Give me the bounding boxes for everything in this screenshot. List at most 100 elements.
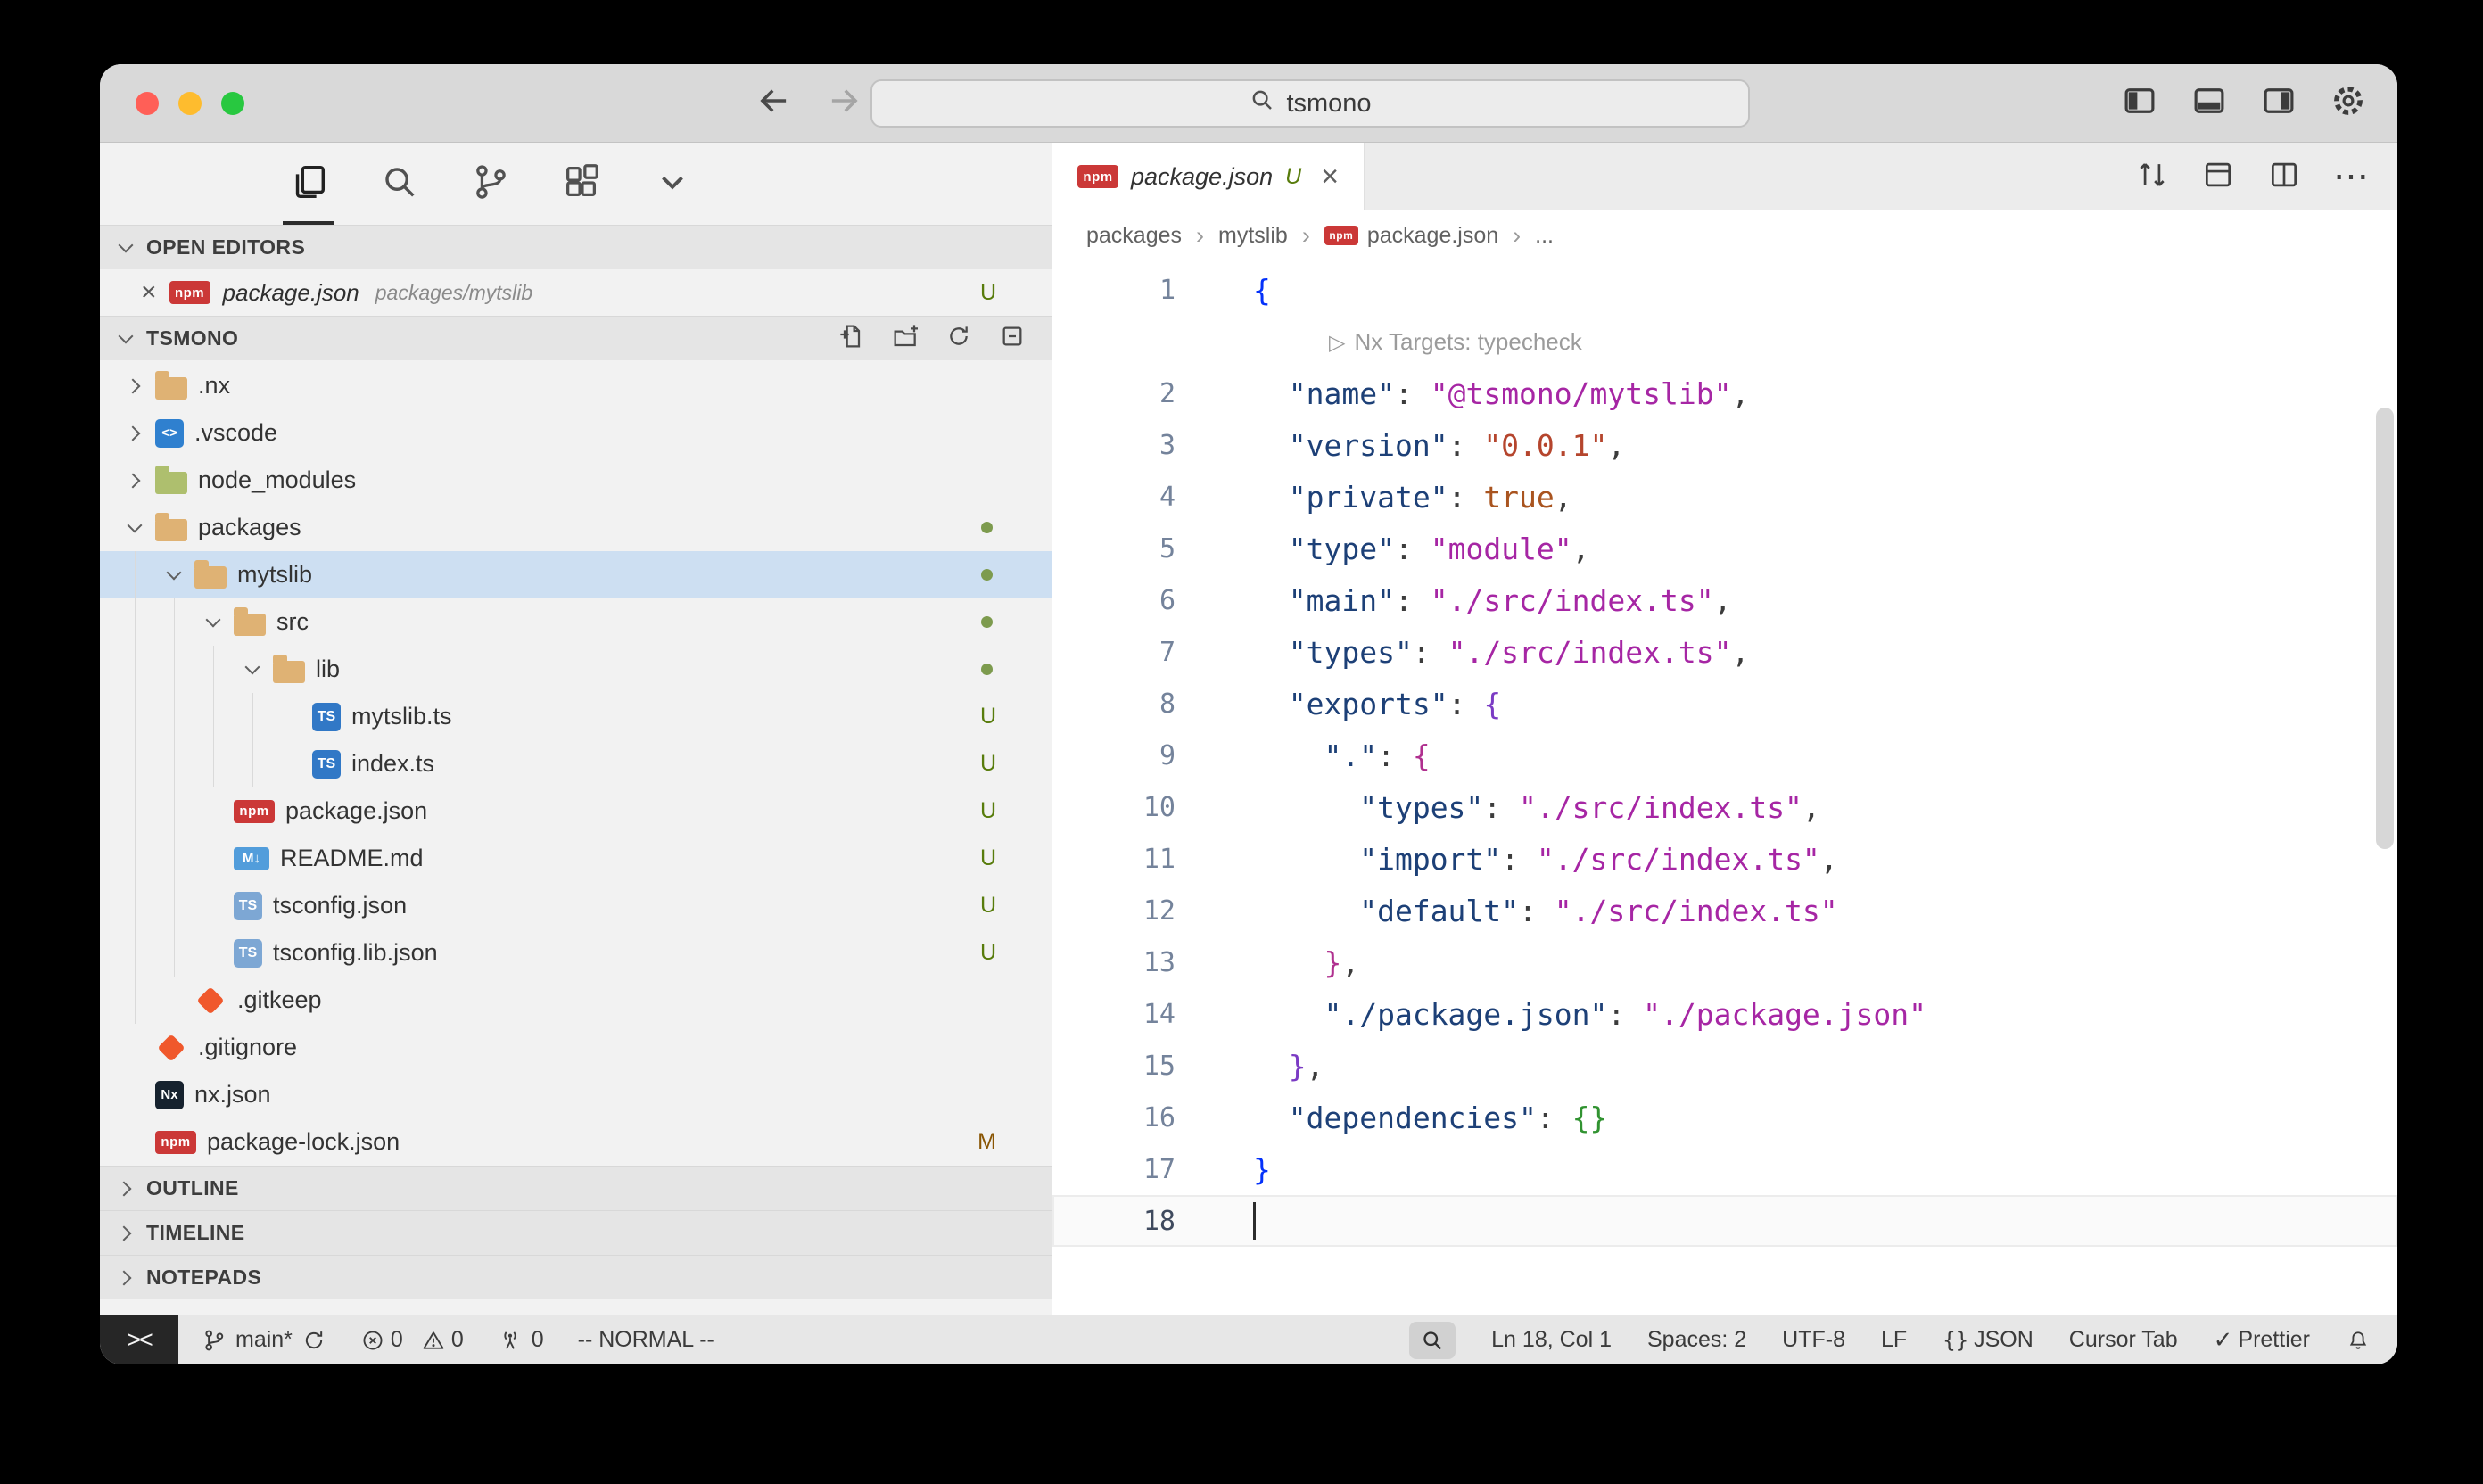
close-editor-icon[interactable]: ×	[141, 279, 157, 306]
zoom-indicator[interactable]	[1409, 1322, 1456, 1359]
tree-item-nx.json[interactable]: Nxnx.json	[100, 1071, 1052, 1118]
code-line-10[interactable]: 10 "types": "./src/index.ts",	[1052, 781, 2397, 833]
collapse-folders-icon[interactable]	[998, 322, 1027, 356]
command-center-search[interactable]: tsmono	[870, 79, 1750, 128]
refresh-explorer-icon[interactable]	[945, 322, 973, 356]
tree-item-package-lock.json[interactable]: npmpackage-lock.jsonM	[100, 1118, 1052, 1166]
toggle-right-sidebar-icon[interactable]	[2260, 82, 2297, 124]
chevron-right-icon[interactable]	[125, 376, 144, 396]
compare-changes-icon[interactable]	[2135, 158, 2169, 196]
fullscreen-window-button[interactable]	[221, 92, 244, 115]
code-line-3[interactable]: 3 "version": "0.0.1",	[1052, 419, 2397, 471]
chevron-right-icon[interactable]	[125, 471, 144, 491]
toggle-left-sidebar-icon[interactable]	[2121, 82, 2158, 124]
line-number: 12	[1052, 895, 1222, 927]
code-line-15[interactable]: 15 },	[1052, 1040, 2397, 1092]
breadcrumb-item[interactable]: npmpackage.json	[1324, 223, 1498, 249]
status-bar: >< main* 0 0 0 -- NORMAL -- Ln	[100, 1315, 2397, 1364]
formatter-status[interactable]: ✓ Prettier	[2214, 1326, 2310, 1354]
code-line-6[interactable]: 6 "main": "./src/index.ts",	[1052, 574, 2397, 626]
tree-item-.vscode[interactable]: <>.vscode	[100, 409, 1052, 457]
code-line-5[interactable]: 5 "type": "module",	[1052, 523, 2397, 574]
toggle-bottom-panel-icon[interactable]	[2190, 82, 2228, 124]
tree-item-lib[interactable]: lib	[100, 646, 1052, 693]
tree-item-.nx[interactable]: .nx	[100, 362, 1052, 409]
extensions-icon[interactable]	[556, 143, 607, 225]
code-line-18[interactable]: 18	[1052, 1195, 2397, 1247]
code-line-7[interactable]: 7 "types": "./src/index.ts",	[1052, 626, 2397, 678]
open-preview-icon[interactable]	[2201, 158, 2235, 196]
navigate-back-icon[interactable]	[755, 82, 793, 124]
problems-status[interactable]: 0 0	[360, 1327, 464, 1353]
tree-item-packages[interactable]: packages	[100, 504, 1052, 551]
close-window-button[interactable]	[136, 92, 159, 115]
tree-item-package.json[interactable]: npmpackage.jsonU	[100, 787, 1052, 835]
navigate-forward-icon[interactable]	[825, 82, 862, 124]
chevron-down-icon[interactable]	[164, 565, 184, 585]
notepads-header[interactable]: NOTEPADS	[100, 1255, 1052, 1299]
scrollbar-thumb[interactable]	[2376, 408, 2394, 849]
indentation-status[interactable]: Spaces: 2	[1647, 1327, 1746, 1353]
ts2-icon: TS	[234, 892, 262, 920]
tree-item-node_modules[interactable]: node_modules	[100, 457, 1052, 504]
code-line-2[interactable]: 2 "name": "@tsmono/mytslib",	[1052, 367, 2397, 419]
code-line-12[interactable]: 12 "default": "./src/index.ts"	[1052, 885, 2397, 936]
source-control-icon[interactable]	[465, 143, 516, 225]
search-icon	[1249, 87, 1275, 120]
language-mode-status[interactable]: {} JSON	[1943, 1327, 2033, 1353]
tree-item-.gitignore[interactable]: .gitignore	[100, 1024, 1052, 1071]
more-actions-icon[interactable]: ⋯	[2333, 159, 2369, 194]
search-sidebar-icon[interactable]	[374, 143, 425, 225]
breadcrumb-item[interactable]: mytslib	[1218, 223, 1288, 249]
open-editor-item[interactable]: × npm package.json packages/mytslib U	[100, 269, 1052, 316]
close-tab-icon[interactable]: ×	[1321, 161, 1339, 192]
code-line-1[interactable]: 1{	[1052, 264, 2397, 316]
tree-item-index.ts[interactable]: TSindex.tsU	[100, 740, 1052, 787]
settings-gear-icon[interactable]	[2330, 82, 2367, 124]
code-area[interactable]: 1{▷Nx Targets: typecheck2 "name": "@tsmo…	[1052, 260, 2397, 1315]
remote-indicator[interactable]: ><	[100, 1315, 178, 1364]
tree-item-mytslib[interactable]: mytslib	[100, 551, 1052, 598]
more-views-chevron-icon[interactable]	[647, 143, 698, 225]
chevron-down-icon[interactable]	[203, 613, 223, 632]
tree-item-.gitkeep[interactable]: .gitkeep	[100, 977, 1052, 1024]
workspace-header[interactable]: TSMONO	[100, 316, 1052, 360]
cursor-position-status[interactable]: Ln 18, Col 1	[1491, 1327, 1612, 1353]
split-editor-icon[interactable]	[2267, 158, 2301, 196]
breadcrumb-item[interactable]: ...	[1535, 223, 1554, 249]
vim-mode-indicator[interactable]: -- NORMAL --	[578, 1327, 714, 1353]
timeline-header[interactable]: TIMELINE	[100, 1210, 1052, 1255]
chevron-right-icon[interactable]	[125, 424, 144, 443]
explorer-icon[interactable]	[283, 143, 334, 225]
chevron-down-icon[interactable]	[125, 518, 144, 538]
code-line-4[interactable]: 4 "private": true,	[1052, 471, 2397, 523]
run-target-icon[interactable]: ▷	[1329, 331, 1345, 355]
tab-package-json[interactable]: npm package.json U ×	[1052, 143, 1365, 210]
code-line-14[interactable]: 14 "./package.json": "./package.json"	[1052, 988, 2397, 1040]
outline-header[interactable]: OUTLINE	[100, 1166, 1052, 1210]
notifications-bell-icon[interactable]	[2346, 1328, 2371, 1353]
new-folder-icon[interactable]	[891, 322, 920, 356]
tree-item-tsconfig.lib.json[interactable]: TStsconfig.lib.jsonU	[100, 929, 1052, 977]
code-line-13[interactable]: 13 },	[1052, 936, 2397, 988]
tree-item-README.md[interactable]: M↓README.mdU	[100, 835, 1052, 882]
new-file-icon[interactable]	[837, 322, 866, 356]
code-line-16[interactable]: 16 "dependencies": {}	[1052, 1092, 2397, 1143]
codelens-row[interactable]: ▷Nx Targets: typecheck	[1052, 316, 2397, 367]
tree-item-tsconfig.json[interactable]: TStsconfig.jsonU	[100, 882, 1052, 929]
cursor-tab-status[interactable]: Cursor Tab	[2069, 1327, 2178, 1353]
breadcrumb-item[interactable]: packages	[1086, 223, 1182, 249]
chevron-down-icon[interactable]	[243, 660, 262, 680]
minimize-window-button[interactable]	[178, 92, 202, 115]
code-line-17[interactable]: 17}	[1052, 1143, 2397, 1195]
eol-status[interactable]: LF	[1881, 1327, 1907, 1353]
encoding-status[interactable]: UTF-8	[1782, 1327, 1845, 1353]
code-line-11[interactable]: 11 "import": "./src/index.ts",	[1052, 833, 2397, 885]
open-editors-header[interactable]: OPEN EDITORS	[100, 225, 1052, 269]
git-branch-status[interactable]: main*	[202, 1327, 326, 1353]
tree-item-src[interactable]: src	[100, 598, 1052, 646]
tree-item-mytslib.ts[interactable]: TSmytslib.tsU	[100, 693, 1052, 740]
ports-status[interactable]: 0	[498, 1327, 544, 1353]
code-line-8[interactable]: 8 "exports": {	[1052, 678, 2397, 730]
code-line-9[interactable]: 9 ".": {	[1052, 730, 2397, 781]
